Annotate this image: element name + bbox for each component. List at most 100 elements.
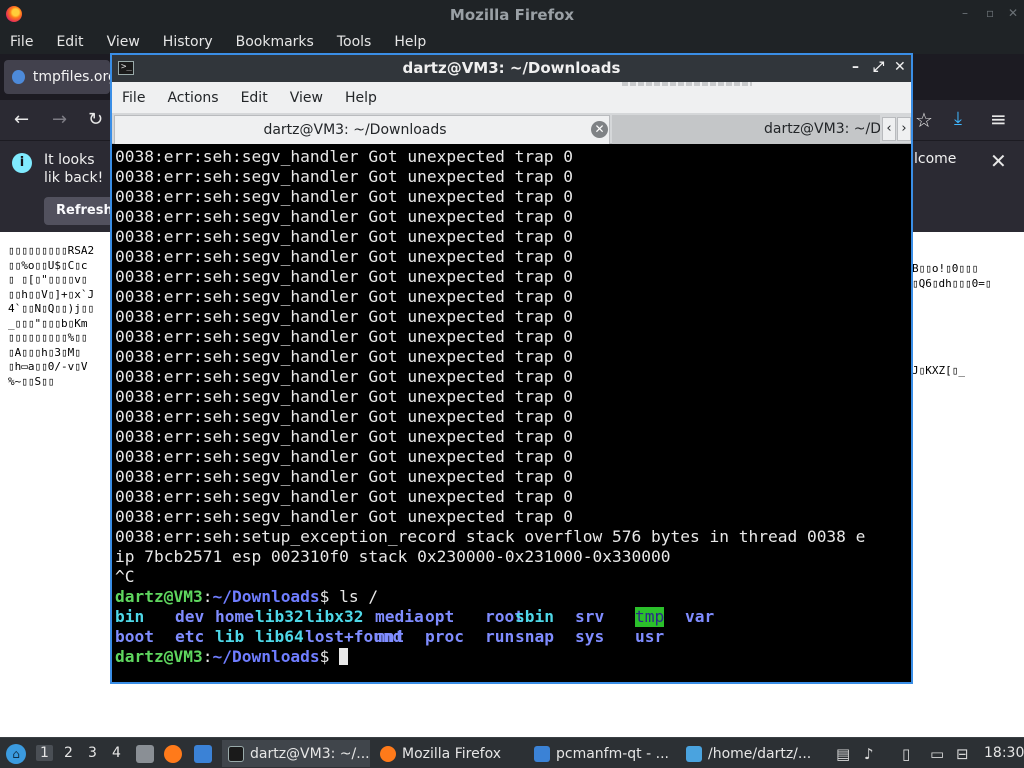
terminal-output-line: 0038:err:seh:setup_exception_record stac… — [115, 527, 866, 546]
notes-icon[interactable]: ▯ — [902, 745, 910, 763]
terminal-output-line: 0038:err:seh:segv_handler Got unexpected… — [115, 307, 574, 326]
ls-entry: sys — [575, 627, 605, 646]
ls-entry: lib — [215, 627, 245, 646]
desktop-switch-1[interactable]: 1 — [36, 745, 53, 761]
terminal-output-line: ^C — [115, 567, 135, 586]
ls-entry: usr — [635, 627, 665, 646]
menu-history[interactable]: History — [163, 34, 213, 50]
ls-entry: run — [485, 627, 515, 646]
minimize-icon[interactable]: – — [962, 6, 968, 20]
ls-entry: lost+found — [305, 627, 403, 646]
tab-scroll-left-icon[interactable]: ‹ — [882, 117, 896, 141]
task-firefox[interactable]: Mozilla Firefox — [374, 740, 524, 767]
task-file-manager[interactable]: pcmanfm-qt - ... — [528, 740, 676, 767]
forward-arrow-icon[interactable]: → — [52, 109, 67, 130]
menu-tools[interactable]: Tools — [337, 34, 372, 50]
terminal-output-line: 0038:err:seh:segv_handler Got unexpected… — [115, 167, 574, 186]
display-icon[interactable]: ▭ — [930, 745, 944, 763]
text-cursor — [339, 648, 349, 665]
browser-tab[interactable]: tmpfiles.org — [4, 60, 110, 94]
close-icon[interactable]: ✕ — [894, 59, 906, 75]
firefox-launcher-icon[interactable] — [164, 745, 182, 763]
task-label: dartz@VM3: ~/... — [250, 745, 370, 762]
terminal-output-line: ip 7bcb2571 esp 002310f0 stack 0x230000-… — [115, 547, 671, 566]
terminal-window[interactable]: >_ dartz@VM3: ~/Downloads – ⤢ ✕ File Act… — [110, 53, 913, 684]
browser-tab-label: tmpfiles.org — [32, 69, 110, 85]
image-viewer-icon — [686, 745, 702, 762]
menu-help[interactable]: Help — [345, 90, 377, 106]
menu-file[interactable]: File — [10, 34, 33, 50]
prompt-dollar: $ — [319, 587, 330, 606]
tab-scroll-right-icon[interactable]: › — [897, 117, 911, 141]
ls-entry: mnt — [375, 627, 405, 646]
ls-entry: boot — [115, 627, 154, 646]
volume-icon[interactable]: ♪ — [864, 745, 874, 763]
terminal-output-line: 0038:err:seh:segv_handler Got unexpected… — [115, 147, 574, 166]
hamburger-menu-icon[interactable]: ≡ — [990, 107, 1007, 131]
desktop-switch-3[interactable]: 3 — [88, 745, 97, 761]
notice-close-icon[interactable]: ✕ — [990, 149, 1007, 173]
task-terminal[interactable]: dartz@VM3: ~/... — [222, 740, 370, 767]
maximize-icon[interactable]: ⤢ — [873, 59, 884, 75]
terminal-output-line: 0038:err:seh:segv_handler Got unexpected… — [115, 407, 574, 426]
task-label: pcmanfm-qt - ... — [556, 745, 669, 762]
terminal-output-line: 0038:err:seh:segv_handler Got unexpected… — [115, 387, 574, 406]
firefox-icon — [380, 745, 396, 762]
ls-entry: libx32 — [305, 607, 364, 626]
clipboard-icon[interactable]: ▤ — [836, 745, 850, 763]
menu-actions[interactable]: Actions — [167, 90, 218, 106]
prompt-dollar: $ — [319, 647, 330, 666]
network-icon[interactable]: ⊟ — [956, 745, 969, 763]
terminal-output-line: 0038:err:seh:segv_handler Got unexpected… — [115, 467, 574, 486]
folder-icon — [534, 745, 550, 762]
menu-view[interactable]: View — [290, 90, 323, 106]
desktop-switch-2[interactable]: 2 — [64, 745, 73, 761]
bookmark-star-icon[interactable]: ☆ — [915, 108, 933, 132]
tab-close-icon[interactable]: ✕ — [591, 121, 608, 138]
start-menu-icon[interactable]: ⌂ — [6, 744, 26, 764]
garbled-text-left: ▯▯▯▯▯▯▯▯▯RSA2 ▯▯%o▯▯U$▯C▯c ▯ ▯[▯"▯▯▯▯v▯ … — [8, 244, 95, 388]
ls-output-row: boot etc lib lib64 lost+found mnt proc run snap s… — [115, 627, 909, 647]
file-manager-launcher-icon[interactable] — [136, 745, 154, 763]
prompt-line: dartz@VM3:~/Downloads$ ls / — [115, 587, 909, 607]
terminal-tab-label: dartz@VM3: ~/Downloads — [263, 122, 447, 138]
terminal-tab-inactive[interactable]: dartz@VM3: ~/Do — [612, 115, 880, 144]
menubar-drag-handle — [622, 82, 752, 86]
menu-help[interactable]: Help — [394, 34, 426, 50]
ls-entry: etc — [175, 627, 205, 646]
desktop-switch-4[interactable]: 4 — [112, 745, 121, 761]
task-image-viewer[interactable]: /home/dartz/... — [680, 740, 828, 767]
menu-edit[interactable]: Edit — [56, 34, 83, 50]
site-favicon-icon — [12, 70, 25, 84]
menu-bookmarks[interactable]: Bookmarks — [236, 34, 314, 50]
ls-entry: snap — [515, 627, 554, 646]
taskbar: ⌂ 1 2 3 4 dartz@VM3: ~/... Mozilla Firef… — [0, 737, 1024, 768]
ls-entry: bin — [115, 607, 145, 626]
terminal-tab-active[interactable]: dartz@VM3: ~/Downloads ✕ — [114, 115, 610, 144]
maximize-icon[interactable]: ▫ — [986, 6, 994, 20]
terminal-titlebar[interactable]: >_ dartz@VM3: ~/Downloads – ⤢ ✕ — [112, 55, 911, 82]
minimize-icon[interactable]: – — [852, 59, 859, 75]
menu-edit[interactable]: Edit — [241, 90, 268, 106]
back-arrow-icon[interactable]: ← — [14, 109, 29, 130]
terminal-output-line: 0038:err:seh:segv_handler Got unexpected… — [115, 447, 574, 466]
ls-entry: tmp — [635, 607, 665, 627]
ls-entry: root — [485, 607, 524, 626]
garbled-text-right: B▯▯o!▯0▯▯▯ ▯Q6▯dh▯▯▯0=▯ J▯KXZ[▯_ — [912, 262, 992, 377]
ls-entry: sbin — [515, 607, 554, 626]
terminal-output[interactable]: 0038:err:seh:segv_handler Got unexpected… — [115, 147, 909, 682]
ls-entry: lib32 — [255, 607, 304, 626]
menu-view[interactable]: View — [107, 34, 140, 50]
terminal-output-line: 0038:err:seh:segv_handler Got unexpected… — [115, 227, 574, 246]
prompt-separator: : — [202, 587, 213, 606]
menu-file[interactable]: File — [122, 90, 145, 106]
downloads-icon[interactable]: ⤓ — [954, 108, 962, 129]
close-icon[interactable]: ✕ — [1008, 6, 1018, 20]
show-desktop-icon[interactable] — [194, 745, 212, 763]
command-text: ls / — [339, 587, 379, 606]
terminal-output-lines: 0038:err:seh:segv_handler Got unexpected… — [115, 147, 909, 587]
refresh-button[interactable]: Refresh — [44, 197, 114, 225]
ls-entry: srv — [575, 607, 605, 626]
terminal-output-line: 0038:err:seh:segv_handler Got unexpected… — [115, 487, 574, 506]
reload-icon[interactable]: ↻ — [88, 109, 103, 130]
